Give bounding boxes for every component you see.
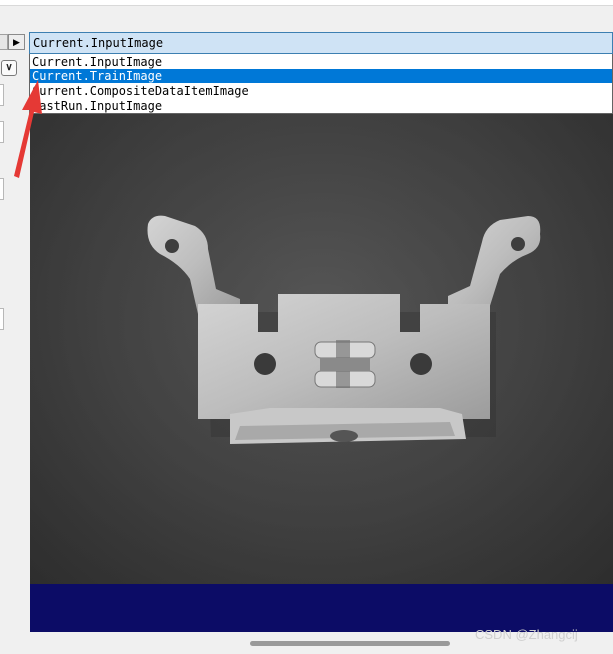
side-field-1[interactable] [0,84,4,106]
side-field-4[interactable] [0,308,4,330]
window: ▶ ∨ Current.InputImage Current.InputImag… [0,0,613,654]
dropdown-option-current-compositedataitemimage[interactable]: Current.CompositeDataItemImage [30,84,612,98]
side-field-3[interactable] [0,178,4,200]
dropdown-option-current-trainimage[interactable]: Current.TrainImage [30,69,612,83]
metal-bracket-image [30,114,613,584]
red-arrow-annotation [14,80,42,178]
horizontal-scrollbar-thumb[interactable] [250,641,450,646]
double-chevron-down-icon: ∨ [5,62,13,73]
expand-button[interactable]: ∨ [1,60,17,76]
dropdown-option-current-inputimage[interactable]: Current.InputImage [30,55,612,69]
image-viewer[interactable] [30,114,613,584]
dropdown-option-lastrun-inputimage[interactable]: LastRun.InputImage [30,99,612,113]
image-source-combobox[interactable]: Current.InputImage [29,32,613,54]
nav-prev-button[interactable] [0,34,8,50]
viewer-status-strip [30,584,613,632]
side-field-2[interactable] [0,121,4,143]
watermark: CSDN @Zhangcij [475,627,578,642]
triangle-right-icon: ▶ [13,37,20,47]
nav-next-button[interactable]: ▶ [8,34,25,50]
image-source-dropdown-list: Current.InputImage Current.TrainImage Cu… [29,54,613,114]
toolbar-area [0,6,613,32]
